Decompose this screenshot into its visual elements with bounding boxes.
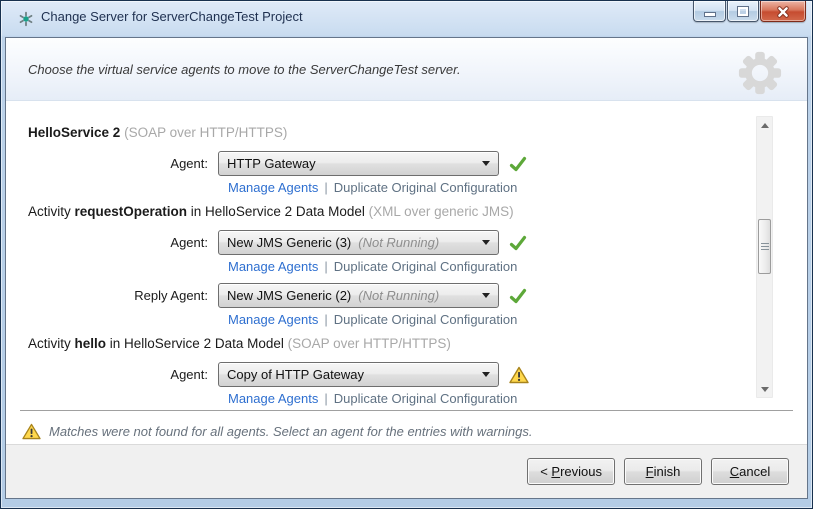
manage-agents-link[interactable]: Manage Agents <box>228 180 318 195</box>
finish-button[interactable]: Finish <box>624 458 702 485</box>
links-row: Manage Agents | Duplicate Original Confi… <box>228 259 807 274</box>
wizard-banner: Choose the virtual service agents to mov… <box>6 38 807 101</box>
chevron-down-icon <box>482 240 490 245</box>
manage-agents-link[interactable]: Manage Agents <box>228 391 318 406</box>
combo-value: Copy of HTTP Gateway <box>227 367 364 382</box>
heading-middle: in HelloService 2 Data Model <box>187 204 369 219</box>
chevron-down-icon <box>482 293 490 298</box>
close-icon <box>777 6 789 18</box>
warning-message: Matches were not found for all agents. S… <box>49 424 532 439</box>
button-mnemonic: C <box>730 464 739 479</box>
heading-protocol: (SOAP over HTTP/HTTPS) <box>124 125 287 140</box>
link-separator: | <box>324 180 327 195</box>
button-label-rest: revious <box>560 464 602 479</box>
scroll-up-button[interactable] <box>757 117 772 133</box>
agent-label: Agent: <box>28 156 218 171</box>
manage-agents-link[interactable]: Manage Agents <box>228 312 318 327</box>
grip-icon <box>761 243 769 250</box>
links-row: Manage Agents | Duplicate Original Confi… <box>228 391 807 406</box>
arrow-down-icon <box>761 387 769 392</box>
combo-value: New JMS Generic (2) <box>227 288 351 303</box>
warning-row: Matches were not found for all agents. S… <box>6 411 807 444</box>
duplicate-original-configuration-link[interactable]: Duplicate Original Configuration <box>334 312 518 327</box>
scroll-down-button[interactable] <box>757 381 772 397</box>
cancel-button[interactable]: Cancel <box>711 458 789 485</box>
titlebar: Change Server for ServerChangeTest Proje… <box>1 1 812 37</box>
reply-agent-label: Reply Agent: <box>28 288 218 303</box>
links-row: Manage Agents | Duplicate Original Confi… <box>228 180 807 195</box>
status-ok-icon <box>509 155 527 173</box>
agent-list-pane: HelloService 2 (SOAP over HTTP/HTTPS) Ag… <box>6 101 807 410</box>
combo-value: HTTP Gateway <box>227 156 316 171</box>
minimize-icon <box>705 13 715 16</box>
agent-row: Agent: New JMS Generic (3) (Not Running) <box>28 230 807 255</box>
section-heading-requestoperation: Activity requestOperation in HelloServic… <box>28 204 807 219</box>
heading-prefix: Activity <box>28 336 75 351</box>
duplicate-original-configuration-link[interactable]: Duplicate Original Configuration <box>334 391 518 406</box>
reply-agent-select[interactable]: New JMS Generic (2) (Not Running) <box>218 283 499 308</box>
heading-protocol: (SOAP over HTTP/HTTPS) <box>288 336 451 351</box>
dialog-client-area: Choose the virtual service agents to mov… <box>5 37 808 499</box>
link-separator: | <box>324 312 327 327</box>
wizard-instruction: Choose the virtual service agents to mov… <box>28 62 461 77</box>
agent-select[interactable]: New JMS Generic (3) (Not Running) <box>218 230 499 255</box>
heading-name: HelloService 2 <box>28 125 120 140</box>
duplicate-original-configuration-link[interactable]: Duplicate Original Configuration <box>334 259 518 274</box>
status-warning-icon <box>509 366 529 384</box>
status-ok-icon <box>509 287 527 305</box>
chevron-down-icon <box>482 372 490 377</box>
heading-name: requestOperation <box>75 204 188 219</box>
combo-note: (Not Running) <box>358 288 439 303</box>
links-row: Manage Agents | Duplicate Original Confi… <box>228 312 807 327</box>
button-mnemonic: P <box>551 464 560 479</box>
agent-label: Agent: <box>28 367 218 382</box>
agent-row: Agent: HTTP Gateway <box>28 151 807 176</box>
status-ok-icon <box>509 234 527 252</box>
maximize-icon <box>738 7 748 16</box>
link-separator: | <box>324 391 327 406</box>
agent-label: Agent: <box>28 235 218 250</box>
vertical-scrollbar[interactable] <box>756 116 773 398</box>
arrow-up-icon <box>761 123 769 128</box>
section-heading-helloservice2: HelloService 2 (SOAP over HTTP/HTTPS) <box>28 125 807 140</box>
manage-agents-link[interactable]: Manage Agents <box>228 259 318 274</box>
window-controls <box>693 1 806 22</box>
scrollbar-thumb[interactable] <box>758 219 771 274</box>
agent-row: Agent: Copy of HTTP Gateway <box>28 362 807 387</box>
close-button[interactable] <box>760 1 806 22</box>
heading-name: hello <box>75 336 107 351</box>
heading-prefix: Activity <box>28 204 75 219</box>
agent-row: Reply Agent: New JMS Generic (2) (Not Ru… <box>28 283 807 308</box>
dialog-window: Change Server for ServerChangeTest Proje… <box>0 0 813 509</box>
button-mnemonic: F <box>646 464 654 479</box>
button-bar: < Previous Finish Cancel <box>6 444 807 498</box>
button-label-prefix: < <box>540 464 551 479</box>
section-heading-hello: Activity hello in HelloService 2 Data Mo… <box>28 336 807 351</box>
combo-value: New JMS Generic (3) <box>227 235 351 250</box>
link-separator: | <box>324 259 327 274</box>
window-title: Change Server for ServerChangeTest Proje… <box>41 9 303 24</box>
heading-protocol: (XML over generic JMS) <box>369 204 514 219</box>
agent-select[interactable]: Copy of HTTP Gateway <box>218 362 499 387</box>
previous-button[interactable]: < Previous <box>527 458 615 485</box>
combo-note: (Not Running) <box>358 235 439 250</box>
chevron-down-icon <box>482 161 490 166</box>
app-icon <box>18 11 34 27</box>
button-label-rest: inish <box>654 464 681 479</box>
maximize-button[interactable] <box>727 1 759 22</box>
warning-icon <box>22 423 41 440</box>
heading-middle: in HelloService 2 Data Model <box>106 336 288 351</box>
button-label-rest: ancel <box>739 464 770 479</box>
duplicate-original-configuration-link[interactable]: Duplicate Original Configuration <box>334 180 518 195</box>
minimize-button[interactable] <box>693 1 726 22</box>
gear-icon <box>737 50 783 96</box>
agent-select[interactable]: HTTP Gateway <box>218 151 499 176</box>
